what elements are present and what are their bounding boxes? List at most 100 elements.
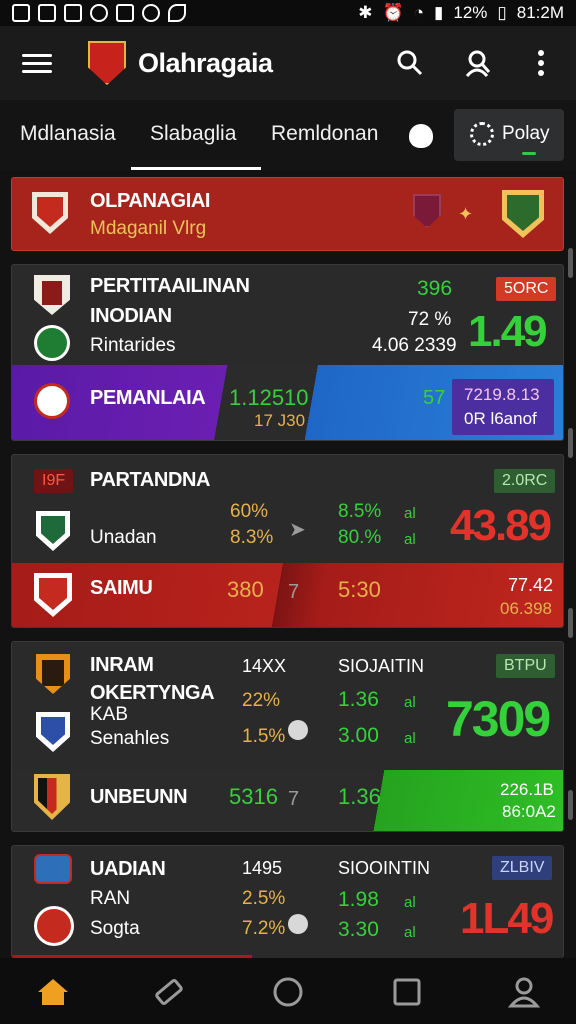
percentage: 8.3% (230, 527, 274, 548)
league-banner[interactable]: OLPANAGIAI Mdaganil Vlrg ✦ (11, 177, 564, 251)
team-name: OKERTYNGA (90, 682, 215, 704)
market-header: SIOOINTIN (338, 858, 431, 878)
battery-icon: ▯ (497, 3, 507, 22)
bluetooth-icon: ✱ (358, 3, 373, 22)
score-value: 1.12510 (229, 385, 309, 410)
odds-line-1: 226.1B (500, 780, 554, 799)
status-badge: 2.0RC (494, 469, 556, 493)
app-title: Olahragaia (138, 47, 273, 78)
column-header: 1495 (242, 858, 283, 878)
user-search-icon[interactable] (461, 46, 495, 80)
square-icon[interactable] (387, 972, 427, 1012)
percentage: 7.2% (242, 918, 286, 939)
odds-line-2: 86:0A2 (502, 802, 556, 821)
circle-icon[interactable] (268, 972, 308, 1012)
banner-subtitle: Mdaganil Vlrg (90, 218, 207, 239)
market-label: al (404, 694, 416, 711)
odds-value: 3.30 (338, 918, 379, 941)
team-name: Sogta (90, 918, 140, 939)
percentage: 2.5% (242, 888, 286, 909)
highlighted-row[interactable]: SAIMU 380 7 5:30 77.42 06.398 (12, 563, 563, 627)
team-crest-icon (34, 854, 72, 884)
market-label: al (404, 924, 416, 941)
score-value: 17 J30 (254, 411, 306, 430)
odds-value: 396 (417, 277, 453, 300)
search-icon[interactable] (393, 46, 427, 80)
percentage: 60% (230, 501, 269, 522)
status-badge: 5ORC (496, 277, 557, 301)
profile-icon[interactable] (504, 972, 544, 1012)
highlighted-row[interactable]: UNBEUNN 5316 7 1.36 226.1B 86:0A2 (12, 770, 563, 831)
security-icon (142, 4, 160, 22)
ghost-icon[interactable] (409, 124, 433, 148)
odds-value: 80.% (338, 527, 382, 548)
star-icon: ✦ (458, 204, 474, 224)
team-crest-icon (34, 275, 70, 315)
big-odds: 7309 (446, 691, 551, 747)
market-header: SIOJAITIN (338, 656, 425, 676)
status-badge: BTPU (496, 654, 555, 678)
highlighted-row[interactable]: PEMANLAIA 1.12510 17 J30 57 7219.8.13 0R… (12, 365, 563, 440)
arrow-icon: ➤ (289, 519, 306, 541)
notification-icons (12, 4, 186, 22)
play-button-label: Polay (502, 123, 550, 144)
more-options-icon[interactable] (524, 46, 558, 80)
club-crest-icon (413, 194, 441, 228)
team-crest-icon (36, 511, 70, 551)
score-value: 5316 (229, 784, 278, 809)
score-value: 1.36 (338, 784, 381, 809)
score-value: 5:30 (338, 577, 381, 602)
odds-value: 57 (423, 387, 446, 409)
league-crest-icon (32, 192, 68, 234)
match-card[interactable]: UADIAN RAN Sogta 1495 2.5% 7.2% SIOOINTI… (11, 845, 564, 958)
team-name: Rintarides (90, 335, 176, 356)
percentage: 1.5% (242, 726, 286, 747)
team-crest-icon (34, 325, 70, 361)
percentage: 72 % (408, 309, 452, 330)
team-crest-icon (34, 573, 72, 617)
status-bar: ✱ ⏰ ◔ ▮ 12% ▯ 81:2M (0, 0, 576, 26)
team-name: Senahles (90, 728, 170, 749)
market-label: al (404, 505, 416, 522)
nfc-icon (64, 4, 82, 22)
percentage: 22% (242, 690, 281, 711)
odds-value: 1.98 (338, 888, 379, 911)
update-icon (90, 4, 108, 22)
scrollbar[interactable] (568, 178, 573, 958)
home-icon[interactable] (33, 972, 73, 1012)
bottom-navigation (0, 958, 576, 1024)
separator: 7 (288, 581, 300, 603)
wifi-icon: ◔ (413, 3, 424, 22)
play-button[interactable]: Polay (454, 109, 564, 161)
score-value: 380 (227, 577, 264, 602)
tab-remldonan[interactable]: Remldonan (271, 100, 378, 170)
match-card[interactable]: INRAM OKERTYNGA KAB Senahles 14XX 22% 1.… (11, 641, 564, 832)
score-value: 4.06 2339 (372, 335, 457, 356)
match-card[interactable]: I9F PARTANDNA 2.0RC Unadan 60% 8.3% ➤ 8.… (11, 454, 564, 628)
big-odds: 43.89 (450, 501, 552, 550)
odds-box[interactable]: 7219.8.13 0R l6anof (452, 379, 554, 435)
settings-icon (470, 122, 494, 146)
status-badge: ZLBIV (492, 856, 553, 880)
team-name: INODIAN (90, 305, 172, 327)
leaf-icon (168, 4, 186, 22)
tab-slabaglia[interactable]: Slabaglia (131, 100, 261, 170)
timer-icon (288, 720, 308, 745)
team-crest-icon (36, 712, 70, 752)
hamburger-menu-icon[interactable] (22, 53, 52, 73)
odds-value: 8.5% (338, 501, 382, 522)
battery-level: 12% (453, 3, 488, 22)
team-crest-icon (34, 383, 70, 419)
timer-icon (288, 914, 308, 939)
match-card[interactable]: PERTITAAILINAN 396 5ORC INODIAN 72 % Rin… (11, 264, 564, 441)
team-crest-icon (34, 774, 70, 820)
ticket-icon[interactable] (149, 972, 189, 1012)
app-logo (88, 41, 126, 85)
team-crest-icon (34, 906, 74, 946)
odds-line-2: 06.398 (500, 599, 552, 618)
market-label: al (404, 531, 416, 548)
signal-icon: ▮ (434, 3, 444, 22)
tab-mdlanasia[interactable]: Mdlanasia (20, 100, 116, 170)
team-crest-icon (502, 190, 544, 238)
sim-icon (38, 4, 56, 22)
